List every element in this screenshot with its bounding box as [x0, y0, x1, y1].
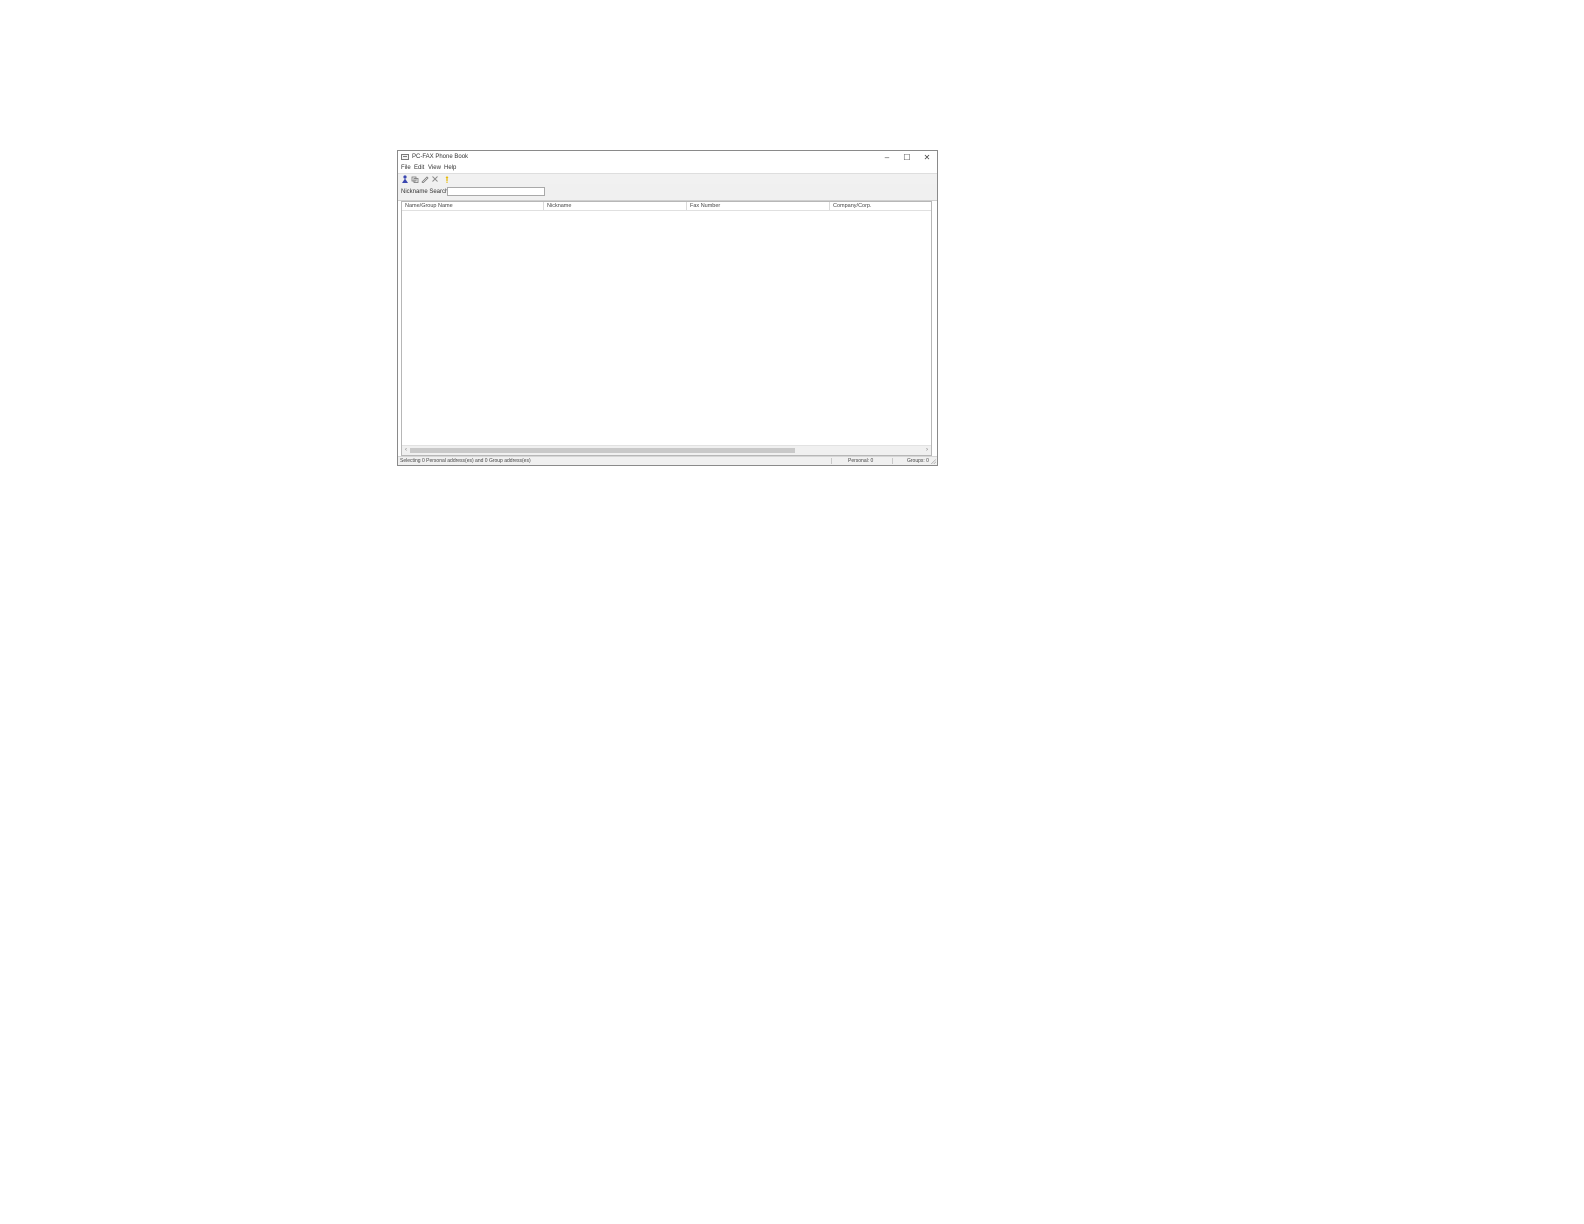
nickname-search-input[interactable]	[447, 187, 545, 196]
delete-icon[interactable]	[431, 175, 439, 183]
scroll-thumb[interactable]	[410, 448, 795, 453]
edit-icon[interactable]	[421, 175, 429, 183]
menu-file[interactable]: File	[401, 165, 411, 171]
status-selection-text: Selecting 0 Personal address(es) and 0 G…	[400, 458, 531, 464]
maximize-button[interactable]: ☐	[898, 152, 916, 163]
column-name-group[interactable]: Name/Group Name	[402, 202, 544, 210]
column-nickname[interactable]: Nickname	[544, 202, 687, 210]
status-personal-count: Personal: 0	[848, 458, 874, 464]
horizontal-scrollbar[interactable]: ‹ ›	[402, 445, 931, 455]
menu-help[interactable]: Help	[444, 165, 456, 171]
address-list[interactable]: Name/Group Name Nickname Fax Number Comp…	[401, 201, 932, 456]
status-bar: Selecting 0 Personal address(es) and 0 G…	[398, 456, 937, 465]
search-bar: Nickname Search:	[398, 184, 937, 201]
person-add-icon[interactable]	[401, 175, 409, 183]
nickname-search-label: Nickname Search:	[401, 189, 451, 195]
scroll-left-arrow[interactable]: ‹	[402, 446, 410, 455]
phone-book-window: PC-FAX Phone Book – ☐ ✕ File Edit View H…	[397, 150, 938, 466]
menu-edit[interactable]: Edit	[414, 165, 424, 171]
help-icon[interactable]	[443, 175, 451, 183]
column-company[interactable]: Company/Corp.	[830, 202, 931, 210]
window-title: PC-FAX Phone Book	[412, 154, 469, 160]
minimize-button[interactable]: –	[878, 152, 896, 163]
scroll-right-arrow[interactable]: ›	[923, 446, 931, 455]
title-bar[interactable]: PC-FAX Phone Book – ☐ ✕	[398, 151, 937, 164]
menu-bar: File Edit View Help	[398, 164, 937, 173]
column-fax-number[interactable]: Fax Number	[687, 202, 830, 210]
status-divider	[892, 458, 893, 464]
list-header: Name/Group Name Nickname Fax Number Comp…	[402, 202, 931, 211]
status-groups-count: Groups: 0	[907, 458, 929, 464]
menu-view[interactable]: View	[428, 165, 441, 171]
close-button[interactable]: ✕	[918, 152, 936, 163]
group-add-icon[interactable]	[411, 175, 419, 183]
phone-book-app-icon	[401, 154, 409, 160]
status-divider	[831, 458, 832, 464]
resize-grip[interactable]	[931, 459, 936, 464]
